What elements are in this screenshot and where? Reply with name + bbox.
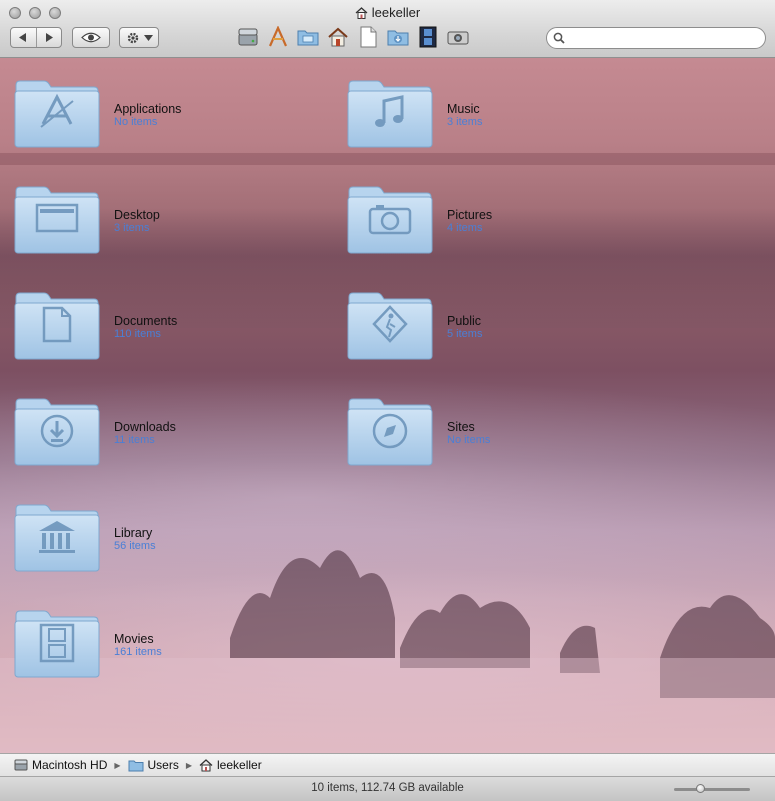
- movies-icon[interactable]: [416, 25, 440, 49]
- gear-icon: [127, 32, 138, 43]
- finder-window: leekeller Applications No items Desktop …: [0, 0, 775, 801]
- folder-item-count: No items: [114, 116, 158, 128]
- hard-drive-icon[interactable]: [236, 25, 260, 49]
- movies-folder-icon: [13, 609, 101, 679]
- toolbar-shortcuts: [236, 25, 470, 51]
- back-button[interactable]: [11, 28, 37, 47]
- window-title-text: leekeller: [371, 5, 421, 20]
- applications-icon[interactable]: [266, 25, 290, 49]
- status-text: 10 items, 112.74 GB available: [311, 782, 464, 794]
- home-icon: [355, 7, 368, 22]
- pictures-folder-icon: [346, 185, 434, 255]
- folder-icon: [128, 760, 144, 771]
- folder-name: Applications: [114, 102, 182, 116]
- search-field[interactable]: [546, 27, 766, 49]
- folder-name: Documents: [114, 314, 178, 328]
- desktop-folder-icon: [13, 185, 101, 255]
- folder-name: Desktop: [114, 208, 160, 222]
- folder-item-pictures[interactable]: Pictures 4 items: [346, 185, 666, 255]
- sites-folder-icon: [346, 397, 434, 467]
- path-item-home[interactable]: leekeller: [199, 758, 262, 772]
- folder-name: Public: [447, 314, 482, 328]
- window-title: leekeller: [0, 5, 775, 22]
- folder-item-library[interactable]: Library 56 items: [13, 503, 333, 573]
- folder-item-public[interactable]: Public 5 items: [346, 291, 666, 361]
- folder-name: Library: [114, 526, 153, 540]
- folder-item-downloads[interactable]: Downloads 11 items: [13, 397, 333, 467]
- forward-button[interactable]: [37, 28, 62, 47]
- path-bar: Macintosh HD ▶ Users ▶ leekeller: [0, 753, 775, 776]
- home-icon[interactable]: [326, 25, 350, 49]
- folder-item-music[interactable]: Music 3 items: [346, 79, 666, 149]
- path-label-users: Users: [147, 758, 179, 772]
- back-forward-control: [10, 27, 62, 48]
- music-folder-icon: [346, 79, 434, 149]
- folder-name: Music: [447, 102, 480, 116]
- path-label-disk: Macintosh HD: [32, 758, 108, 772]
- folder-item-movies[interactable]: Movies 161 items: [13, 609, 333, 679]
- icon-size-slider[interactable]: [674, 784, 750, 793]
- folder-item-count: 3 items: [114, 222, 150, 234]
- title-bar: leekeller: [0, 0, 775, 58]
- downloads-icon[interactable]: [386, 25, 410, 49]
- folder-item-count: 11 items: [114, 434, 155, 446]
- folder-item-applications[interactable]: Applications No items: [13, 79, 333, 149]
- downloads-folder-icon: [13, 397, 101, 467]
- path-item-disk[interactable]: Macintosh HD: [14, 758, 107, 772]
- documents-folder-icon: [13, 291, 101, 361]
- document-icon[interactable]: [356, 25, 380, 49]
- library-folder-icon: [13, 503, 101, 573]
- folder-item-count: 3 items: [447, 116, 483, 128]
- folder-item-count: 110 items: [114, 328, 161, 340]
- folder-name: Pictures: [447, 208, 493, 222]
- path-item-users[interactable]: Users: [128, 758, 179, 772]
- folder-item-desktop[interactable]: Desktop 3 items: [13, 185, 333, 255]
- public-folder-icon: [346, 291, 434, 361]
- folder-item-count: 5 items: [447, 328, 483, 340]
- icon-view: Applications No items Desktop 3 items Docume…: [0, 58, 775, 753]
- chevron-down-icon: [143, 34, 153, 41]
- path-separator: ▶: [185, 760, 193, 770]
- folder-item-count: 161 items: [114, 646, 162, 658]
- folder-item-count: 56 items: [114, 540, 156, 552]
- folder-item-documents[interactable]: Documents 110 items: [13, 291, 333, 361]
- path-label-home: leekeller: [217, 758, 262, 772]
- folder-item-count: No items: [447, 434, 491, 446]
- hard-drive-icon: [14, 759, 28, 771]
- status-bar: 10 items, 112.74 GB available: [0, 776, 775, 801]
- folder-name: Downloads: [114, 420, 176, 434]
- search-input[interactable]: [569, 30, 759, 48]
- folder-item-sites[interactable]: Sites No items: [346, 397, 666, 467]
- path-separator: ▶: [114, 760, 121, 770]
- desktop-icon[interactable]: [296, 25, 320, 49]
- folder-name: Movies: [114, 632, 154, 646]
- search-icon: [553, 32, 565, 44]
- camera-icon[interactable]: [446, 25, 470, 49]
- quick-look-button[interactable]: [72, 27, 110, 48]
- folder-name: Sites: [447, 420, 475, 434]
- forward-arrow-icon: [45, 33, 53, 42]
- applications-folder-icon: [13, 79, 101, 149]
- action-menu-button[interactable]: [119, 27, 159, 48]
- home-icon: [199, 758, 213, 771]
- folder-item-count: 4 items: [447, 222, 483, 234]
- eye-icon: [81, 32, 101, 43]
- back-arrow-icon: [19, 33, 27, 42]
